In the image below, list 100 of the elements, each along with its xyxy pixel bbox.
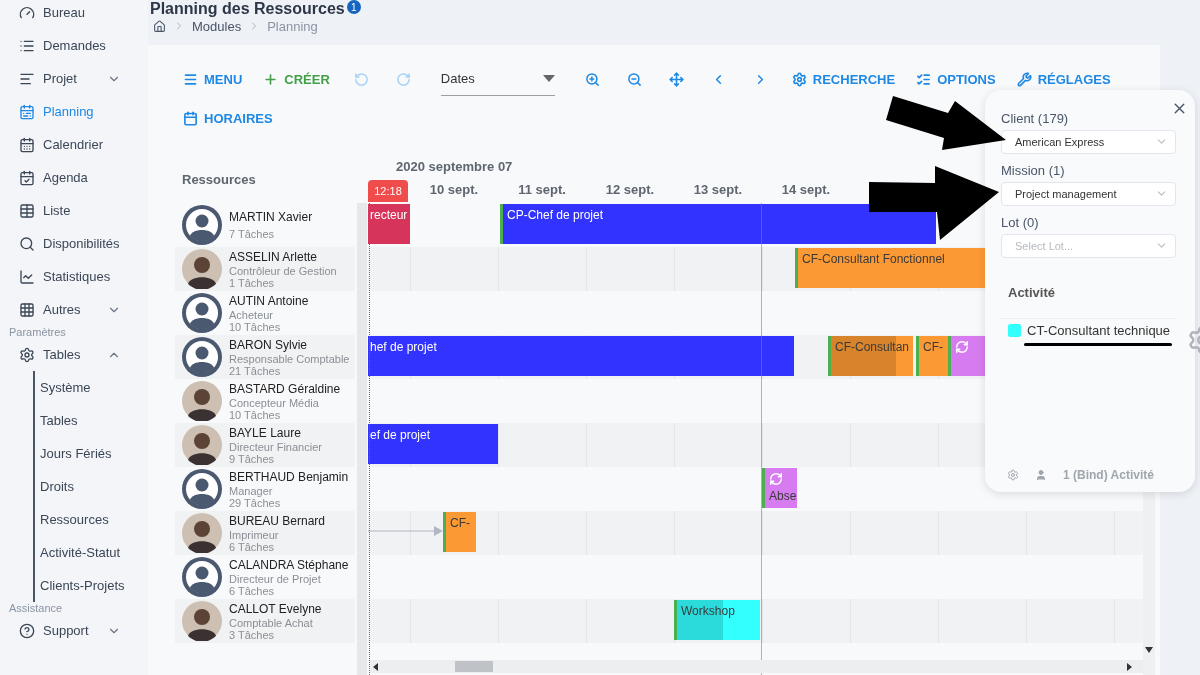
scrollbar[interactable] bbox=[370, 660, 1143, 673]
calendar-icon bbox=[19, 136, 35, 153]
resource-role: Directeur Financier bbox=[229, 440, 322, 453]
resource-name: BUREAU Bernard bbox=[229, 513, 326, 529]
section-heading: Assistance bbox=[8, 602, 64, 614]
resource-role: Manager bbox=[229, 484, 274, 497]
home-icon[interactable] bbox=[153, 19, 166, 33]
nav-subitem[interactable]: Clients-Projets bbox=[35, 569, 148, 602]
user-icon[interactable] bbox=[1035, 469, 1047, 481]
nav-item[interactable]: Statistiques bbox=[0, 260, 148, 293]
task-bar[interactable]: recteur bbox=[368, 204, 410, 244]
task-count: 6 Tâches bbox=[229, 584, 276, 597]
task-bar[interactable]: CF- bbox=[443, 512, 476, 552]
resource-role: Comptable Achat bbox=[229, 616, 314, 629]
resource-name: MARTIN Xavier bbox=[229, 210, 313, 225]
resource-role: Concepteur Média bbox=[229, 396, 320, 409]
resource-name: CALLOT Evelyne bbox=[229, 601, 322, 617]
calendar-icon bbox=[19, 169, 35, 186]
caret-icon bbox=[542, 74, 555, 83]
nav-subitem[interactable]: Activité-Statut bbox=[35, 536, 148, 569]
time-badge: 12:18 bbox=[368, 180, 408, 202]
activity-label[interactable]: CT-Consultant technique bbox=[1027, 323, 1171, 338]
task-label: Workshop bbox=[681, 603, 735, 619]
resource-name: BARON Sylvie bbox=[229, 337, 309, 353]
caret-icon[interactable] bbox=[1125, 662, 1133, 671]
task-count: 3 Tâches bbox=[229, 628, 275, 641]
nav-item[interactable]: Projet bbox=[0, 62, 148, 95]
plus-icon bbox=[263, 71, 279, 87]
dropdown-field[interactable]: Select Lot... bbox=[1001, 234, 1176, 258]
nav-item[interactable]: Liste bbox=[0, 194, 148, 227]
task-count: 21 Tâches bbox=[229, 364, 281, 377]
day-label: 14 sept. bbox=[780, 181, 832, 199]
task-label: CF-Consultan bbox=[835, 339, 910, 355]
absence-bar[interactable]: Abse bbox=[762, 468, 797, 508]
settings-icon bbox=[19, 346, 35, 363]
resource-role: Responsable Comptable bbox=[229, 352, 350, 365]
section-heading: Activité bbox=[1008, 285, 1056, 301]
caret-icon[interactable] bbox=[1145, 647, 1153, 653]
dropdown-field[interactable]: American Express bbox=[1001, 130, 1176, 154]
task-label: CF-Consultant Fonctionnel bbox=[802, 251, 945, 267]
table-icon bbox=[19, 202, 35, 219]
resource-name: BAYLE Laure bbox=[229, 425, 302, 441]
breadcrumb-link[interactable]: Modules bbox=[192, 18, 242, 34]
view-select[interactable]: Dates bbox=[440, 62, 555, 96]
menu-icon bbox=[183, 71, 198, 87]
task-label: recteur bbox=[370, 207, 408, 223]
field-label: Lot (0) bbox=[1001, 215, 1040, 231]
resource-role: Contrôleur de Gestion bbox=[229, 264, 337, 277]
settings-icon[interactable] bbox=[1007, 469, 1019, 481]
task-bar[interactable]: CP-Chef de projet bbox=[500, 204, 936, 244]
nav-item[interactable]: Agenda bbox=[0, 161, 148, 194]
column-heading: Ressources bbox=[182, 172, 256, 187]
nav-item[interactable]: Autres bbox=[0, 293, 148, 326]
scroll-thumb[interactable] bbox=[455, 661, 493, 672]
planner-icon bbox=[19, 103, 35, 120]
task-count: 9 Tâches bbox=[229, 452, 276, 465]
day-label: 11 sept. bbox=[517, 181, 567, 199]
nav-item[interactable]: Bureau bbox=[0, 0, 148, 29]
refresh-icon bbox=[769, 472, 783, 486]
date-heading: 2020 septembre 07 bbox=[396, 159, 513, 174]
task-bar[interactable]: ef de projet bbox=[368, 424, 498, 464]
task-count: 10 Tâches bbox=[229, 320, 282, 333]
task-bar[interactable]: Workshop bbox=[674, 600, 760, 640]
calendar-icon bbox=[183, 110, 198, 126]
task-label: CP-Chef de projet bbox=[507, 207, 604, 223]
task-bar[interactable]: CF-Consultan bbox=[828, 336, 913, 376]
resource-role: Directeur de Projet bbox=[229, 572, 322, 585]
resource-name: BERTHAUD Benjamin bbox=[229, 469, 349, 485]
task-count: 1 Tâches bbox=[229, 276, 276, 289]
checklist-icon bbox=[916, 71, 932, 87]
field-label: Mission (1) bbox=[1001, 163, 1066, 179]
task-bar[interactable]: hef de projet bbox=[368, 336, 794, 376]
nav-item[interactable]: Support bbox=[0, 614, 148, 647]
refresh-icon bbox=[955, 340, 969, 354]
footer-text: 1 (Bind) Activité bbox=[1063, 468, 1154, 482]
nav-item[interactable]: Calendrier bbox=[0, 128, 148, 161]
nav-subitem[interactable]: Droits bbox=[35, 470, 148, 503]
nav-subitem[interactable]: Ressources bbox=[35, 503, 148, 536]
resource-role: Acheteur bbox=[229, 308, 275, 321]
resource-role: Imprimeur bbox=[229, 528, 280, 541]
resource-name: CALANDRA Stéphane bbox=[229, 557, 349, 573]
nav-subitem[interactable]: Jours Fériés bbox=[35, 437, 148, 470]
nav-item[interactable]: Tables bbox=[0, 338, 148, 371]
task-count: 6 Tâches bbox=[229, 540, 275, 553]
task-count: 7 Tâches bbox=[229, 228, 276, 240]
nav-item[interactable]: Disponibilités bbox=[0, 227, 148, 260]
page-title: Planning des Ressources bbox=[150, 0, 345, 17]
day-label: 13 sept. bbox=[692, 181, 744, 199]
settings-icon bbox=[791, 71, 807, 87]
dropdown-field[interactable]: Project management bbox=[1001, 182, 1176, 206]
nav-subitem[interactable]: Tables bbox=[35, 404, 148, 437]
section-heading: Paramètres bbox=[8, 326, 67, 338]
nav-subitem[interactable]: Système bbox=[35, 371, 148, 404]
resource-name: BASTARD Géraldine bbox=[229, 381, 341, 397]
caret-icon[interactable] bbox=[372, 662, 380, 671]
task-label: hef de projet bbox=[370, 339, 437, 355]
task-bar[interactable]: CF- bbox=[916, 336, 948, 376]
nav-item[interactable]: Demandes bbox=[0, 29, 148, 62]
resource-name: ASSELIN Arlette bbox=[229, 249, 319, 265]
wrench-icon bbox=[1016, 71, 1032, 87]
